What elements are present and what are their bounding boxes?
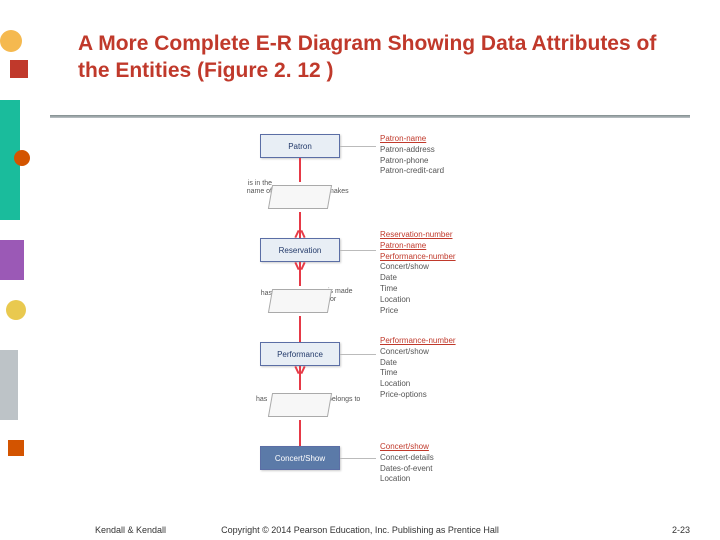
footer-copyright: Copyright © 2014 Pearson Education, Inc.… [0, 525, 720, 535]
attr-connector [340, 146, 376, 147]
line [299, 158, 301, 182]
attrs-concert: Concert/show Concert-details Dates-of-ev… [380, 442, 434, 485]
attrs-performance: Performance-number Concert/show Date Tim… [380, 336, 456, 401]
entity-concert: Concert/Show [260, 446, 340, 470]
attr-connector [340, 250, 376, 251]
crowfoot-icon [294, 230, 306, 238]
attr-connector [340, 354, 376, 355]
line [299, 420, 301, 446]
attr-connector [340, 458, 376, 459]
decorative-sidebar [0, 0, 30, 540]
slide-title: A More Complete E-R Diagram Showing Data… [78, 30, 658, 85]
line [299, 316, 301, 342]
crowfoot-icon [294, 262, 306, 270]
attrs-reservation: Reservation-number Patron-name Performan… [380, 230, 456, 316]
relationship-diamond [260, 390, 340, 420]
entity-performance: Performance [260, 342, 340, 366]
relationship-diamond [260, 182, 340, 212]
title-underline [50, 115, 690, 118]
crowfoot-icon [294, 366, 306, 374]
er-diagram: Patron Patron-name Patron-address Patron… [240, 130, 600, 490]
attrs-patron: Patron-name Patron-address Patron-phone … [380, 134, 444, 177]
relationship-diamond [260, 286, 340, 316]
footer-page: 2-23 [672, 525, 690, 535]
entity-reservation: Reservation [260, 238, 340, 262]
entity-patron: Patron [260, 134, 340, 158]
